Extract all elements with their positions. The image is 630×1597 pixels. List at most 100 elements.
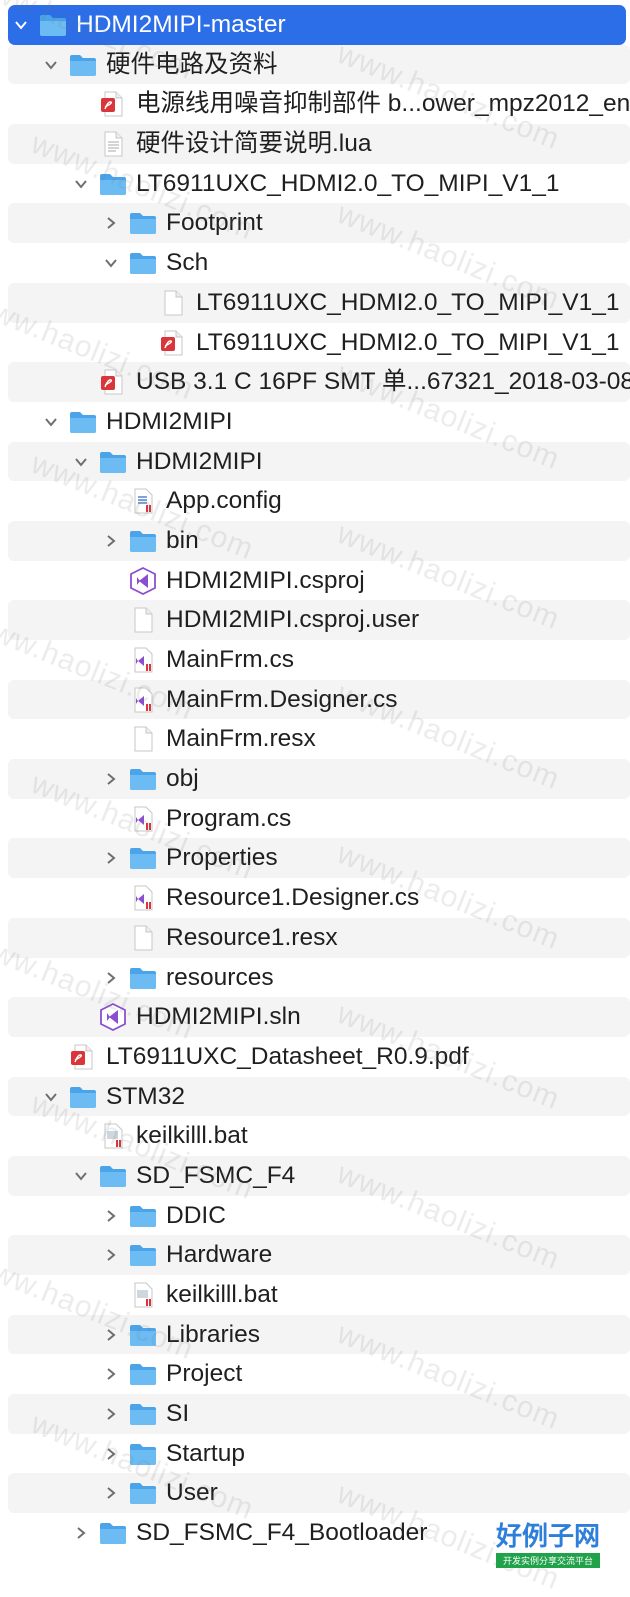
tree-row[interactable]: STM32 [8, 1076, 630, 1117]
tree-row[interactable]: Project [0, 1354, 630, 1394]
chevron-right-icon[interactable] [100, 1403, 122, 1425]
chevron-right-icon[interactable] [100, 967, 122, 989]
folder-icon [68, 50, 98, 80]
folder-icon [128, 764, 158, 794]
pdf-file-icon [158, 328, 188, 358]
chevron-right-icon[interactable] [100, 1205, 122, 1227]
chevron-right-icon[interactable] [70, 1522, 92, 1544]
tree-row[interactable]: Startup [0, 1434, 630, 1474]
tree-row[interactable]: obj [8, 759, 630, 799]
folder-icon [68, 1082, 98, 1112]
tree-row-label: MainFrm.cs [166, 646, 294, 673]
tree-row-label: Properties [166, 844, 278, 872]
chevron-right-icon[interactable] [100, 768, 122, 790]
tree-row[interactable]: HDMI2MIPI.csproj [0, 561, 630, 601]
script-file-icon [128, 1280, 158, 1310]
tree-row[interactable]: User [8, 1473, 630, 1514]
tree-row-label: User [166, 1479, 218, 1507]
tree-row-label: Resource1.Designer.cs [166, 884, 420, 912]
tree-row[interactable]: HDMI2MIPI.sln [8, 997, 630, 1037]
tree-row[interactable]: SD_FSMC_F4 [8, 1155, 630, 1196]
tree-row-label: obj [166, 765, 199, 793]
tree-row[interactable]: resources [0, 958, 630, 998]
tree-row-label: HDMI2MIPI [136, 447, 263, 475]
tree-row[interactable]: LT6911UXC_HDMI2.0_TO_MIPI_V1_1 [0, 164, 630, 204]
file-tree: HDMI2MIPI-master 硬件电路及资料电源线用噪音抑制部件 b...ow… [0, 5, 630, 1553]
tree-row[interactable]: Resource1.Designer.cs [0, 878, 630, 918]
folder-icon [128, 963, 158, 993]
tree-row-label: Footprint [166, 209, 263, 237]
chevron-right-icon[interactable] [100, 212, 122, 234]
tree-row[interactable]: LT6911UXC_HDMI2.0_TO_MIPI_V1_1 [0, 323, 630, 363]
tree-row[interactable]: bin [8, 520, 630, 561]
blank-file-icon [128, 605, 158, 635]
brand-logo: 好例子网 开发实例分享交流平台 [496, 1516, 600, 1568]
chevron-down-icon[interactable] [40, 54, 62, 76]
tree-row-label: DDIC [166, 1201, 226, 1229]
blank-file-icon [128, 923, 158, 953]
csharp-file-icon [128, 804, 158, 834]
tree-row[interactable]: DDIC [0, 1196, 630, 1236]
tree-row[interactable]: keilkilll.bat [0, 1275, 630, 1315]
folder-icon [128, 1359, 158, 1389]
tree-row[interactable]: Sch [0, 243, 630, 283]
folder-icon [128, 208, 158, 238]
chevron-down-icon[interactable] [70, 451, 92, 473]
tree-row[interactable]: HDMI2MIPI.csproj.user [8, 600, 630, 640]
chevron-right-icon[interactable] [100, 1443, 122, 1465]
tree-row-label: 电源线用噪音抑制部件 b...ower_mpz2012_en [136, 90, 630, 118]
chevron-down-icon[interactable] [70, 173, 92, 195]
tree-row[interactable]: MainFrm.resx [0, 719, 630, 759]
tree-row[interactable]: LT6911UXC_HDMI2.0_TO_MIPI_V1_1 [8, 282, 630, 323]
tree-row[interactable]: App.config [0, 481, 630, 521]
tree-row[interactable]: HDMI2MIPI [8, 441, 630, 482]
tree-row[interactable]: Libraries [8, 1314, 630, 1355]
tree-row[interactable]: Hardware [8, 1235, 630, 1275]
tree-row-label: USB 3.1 C 16PF SMT 单...67321_2018-03-08 [136, 368, 630, 396]
tree-row[interactable]: 硬件设计简要说明.lua [8, 124, 630, 164]
tree-row[interactable]: 电源线用噪音抑制部件 b...ower_mpz2012_en [0, 84, 630, 124]
tree-row[interactable]: keilkilll.bat [0, 1116, 630, 1156]
brand-subtitle: 开发实例分享交流平台 [496, 1553, 600, 1568]
folder-icon [128, 1439, 158, 1469]
chevron-right-icon[interactable] [100, 1482, 122, 1504]
pdf-file-icon [98, 89, 128, 119]
chevron-down-icon[interactable] [40, 411, 62, 433]
config-file-icon [128, 486, 158, 516]
tree-row[interactable]: 硬件电路及资料 [8, 44, 630, 85]
chevron-down-icon[interactable] [40, 1086, 62, 1108]
folder-icon [128, 1201, 158, 1231]
tree-row[interactable]: Properties [8, 838, 630, 879]
chevron-right-icon[interactable] [100, 530, 122, 552]
chevron-down-icon[interactable] [70, 1165, 92, 1187]
folder-icon [128, 248, 158, 278]
csharp-file-icon [128, 685, 158, 715]
chevron-right-icon[interactable] [100, 1363, 122, 1385]
chevron-right-icon[interactable] [100, 1244, 122, 1266]
tree-row-label: HDMI2MIPI-master [76, 11, 286, 38]
tree-row[interactable]: HDMI2MIPI-master [8, 5, 626, 45]
folder-icon [128, 843, 158, 873]
tree-row[interactable]: HDMI2MIPI [0, 402, 630, 442]
tree-row[interactable]: Resource1.resx [8, 917, 630, 958]
tree-row[interactable]: Footprint [8, 203, 630, 244]
tree-row[interactable]: MainFrm.cs [0, 640, 630, 680]
tree-row[interactable]: SI [8, 1394, 630, 1434]
chevron-right-icon[interactable] [100, 1324, 122, 1346]
csharp-file-icon [128, 645, 158, 675]
tree-row-label: HDMI2MIPI.csproj.user [166, 606, 420, 634]
chevron-right-icon[interactable] [100, 847, 122, 869]
tree-row[interactable]: LT6911UXC_Datasheet_R0.9.pdf [0, 1037, 630, 1077]
chevron-down-icon[interactable] [10, 14, 32, 36]
visual-studio-icon [128, 566, 158, 596]
tree-row[interactable]: USB 3.1 C 16PF SMT 单...67321_2018-03-08 [8, 362, 630, 402]
tree-row[interactable]: MainFrm.Designer.cs [8, 679, 630, 720]
folder-icon [98, 1518, 128, 1548]
tree-row[interactable]: Program.cs [0, 799, 630, 839]
folder-icon [68, 407, 98, 437]
pdf-file-icon [68, 1042, 98, 1072]
tree-row-label: MainFrm.resx [166, 725, 316, 753]
chevron-down-icon[interactable] [100, 252, 122, 274]
tree-row-label: HDMI2MIPI.sln [136, 1003, 301, 1031]
folder-icon [128, 1399, 158, 1429]
